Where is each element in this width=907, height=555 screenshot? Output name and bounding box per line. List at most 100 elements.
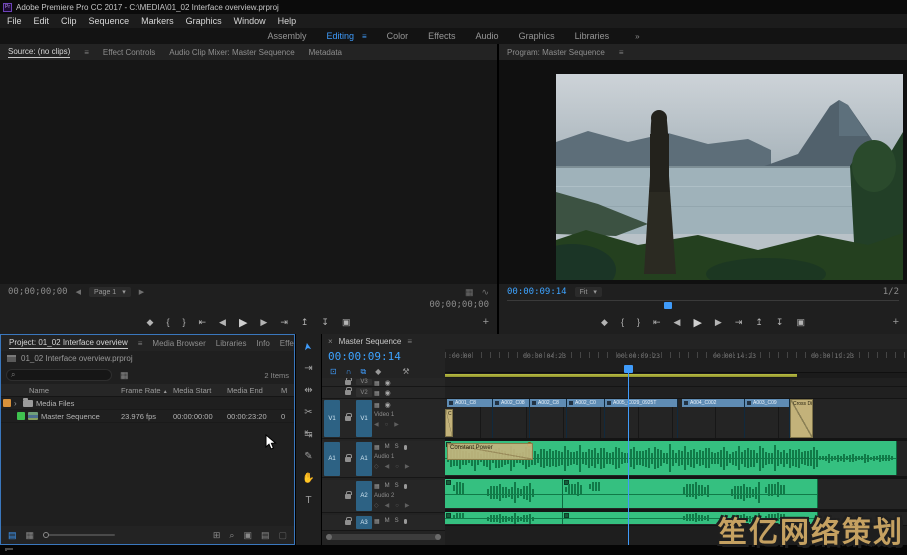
tab-source[interactable]: Source: (no clips) — [8, 47, 70, 58]
track-name[interactable]: Video 1 — [374, 410, 445, 420]
pen-tool[interactable]: ✎ — [304, 450, 312, 463]
next-keyframe-icon[interactable]: ▶ — [405, 463, 410, 470]
lift-icon[interactable]: ↥ — [755, 317, 763, 328]
workspace-color[interactable]: Color — [387, 31, 409, 41]
timeline-ruler[interactable]: :00:00 00:00:04:23 00:00:09:23 00:00:14:… — [445, 349, 907, 373]
zoom-level-dropdown[interactable]: Fit ▾ — [575, 287, 602, 297]
lane-a2[interactable] — [445, 477, 907, 510]
play-icon[interactable]: ▶ — [239, 316, 247, 329]
tab-program[interactable]: Program: Master Sequence — [507, 48, 605, 57]
toggle-track-output-icon[interactable]: ◉ — [385, 389, 391, 397]
lock-icon[interactable] — [342, 515, 354, 530]
voiceover-record-icon[interactable] — [404, 445, 407, 450]
video-clip[interactable]: A004_C002 — [682, 399, 745, 438]
linked-selection-icon[interactable]: ⧉ — [360, 367, 366, 377]
track-name[interactable]: Audio 2 — [374, 491, 445, 501]
delete-icon[interactable]: ▢ — [278, 530, 287, 541]
tab-effect-controls[interactable]: Effect Controls — [103, 48, 155, 57]
in-out-filter-icon[interactable]: ▦ — [120, 370, 129, 381]
track-header-a3[interactable]: A3 ▦MS — [322, 515, 445, 531]
mute-button[interactable]: M — [385, 483, 390, 489]
sync-lock-icon[interactable]: ▦ — [374, 483, 380, 490]
track-name[interactable]: Audio 1 — [374, 452, 445, 462]
track-header-a2[interactable]: A2 ▦MS Audio 2 ◇◀○▶ — [322, 480, 445, 513]
panel-menu-icon[interactable]: ≡ — [138, 339, 143, 348]
cross-dissolve-transition[interactable]: Cross Dissol — [790, 399, 813, 438]
source-patch-v1[interactable]: V1 — [324, 400, 340, 437]
add-keyframe-icon[interactable]: ○ — [385, 422, 389, 428]
export-frame-icon[interactable]: ▣ — [796, 317, 805, 328]
slip-tool[interactable]: ↹ — [304, 428, 312, 441]
video-clip[interactable]: A001_C8 — [447, 399, 493, 438]
workspace-audio[interactable]: Audio — [476, 31, 499, 41]
label-color-swatch[interactable] — [17, 412, 25, 420]
lane-v3[interactable] — [445, 378, 907, 387]
workspace-graphics[interactable]: Graphics — [519, 31, 555, 41]
search-input[interactable]: ⌕ — [6, 369, 112, 381]
sync-lock-icon[interactable]: ▦ — [374, 518, 380, 525]
insert-icon[interactable]: ↥ — [301, 317, 309, 328]
source-timecode[interactable]: 00;00;00;00 — [8, 287, 68, 297]
tab-audio-clip-mixer[interactable]: Audio Clip Mixer: Master Sequence — [169, 48, 294, 57]
track-target-a3[interactable]: A3 — [356, 516, 372, 529]
video-transition-start[interactable]: C — [445, 409, 453, 437]
tab-libraries[interactable]: Libraries — [216, 339, 247, 348]
tab-effects[interactable]: Effects — [280, 339, 294, 348]
timeline-settings-icon[interactable]: ⚒ — [402, 367, 409, 376]
program-video-frame[interactable] — [556, 74, 903, 280]
button-editor-icon[interactable]: + — [893, 316, 899, 328]
sync-lock-icon[interactable]: ▦ — [374, 402, 380, 409]
track-header-a1[interactable]: A1 A1 ▦MS Audio 1 ◇◀○▶ — [322, 441, 445, 478]
step-back-icon[interactable]: ◀ — [219, 317, 226, 328]
lane-v2[interactable] — [445, 387, 907, 399]
button-editor-icon[interactable]: + — [483, 316, 489, 328]
workspace-overflow-icon[interactable]: » — [635, 32, 639, 41]
new-item-icon[interactable]: ▤ — [261, 530, 270, 541]
page-prev-icon[interactable]: ◀ — [76, 288, 81, 296]
audio-clip[interactable] — [563, 479, 818, 508]
video-clip[interactable]: A003_C09 — [745, 399, 790, 438]
sync-lock-icon[interactable]: ▦ — [374, 390, 380, 397]
prev-keyframe-icon[interactable]: ◀ — [374, 421, 379, 428]
drag-video-icon[interactable]: ▦ — [465, 287, 474, 298]
drag-audio-icon[interactable]: ∿ — [481, 287, 489, 298]
menu-edit[interactable]: Edit — [34, 16, 50, 26]
lock-icon[interactable] — [342, 378, 354, 386]
track-target-v2[interactable]: V2 — [356, 388, 372, 397]
panel-menu-icon[interactable]: ≡ — [407, 337, 412, 346]
menu-window[interactable]: Window — [234, 16, 266, 26]
voiceover-record-icon[interactable] — [404, 519, 407, 524]
export-frame-icon[interactable]: ▣ — [342, 317, 351, 328]
mark-in-icon[interactable]: { — [621, 317, 624, 327]
video-clip[interactable]: A002_C0 — [567, 399, 605, 438]
panel-menu-icon[interactable]: ≡ — [619, 48, 624, 57]
keyframe-icon[interactable]: ◇ — [374, 502, 379, 509]
menu-sequence[interactable]: Sequence — [89, 16, 130, 26]
ripple-edit-tool[interactable]: ⇹ — [304, 384, 312, 397]
program-playhead[interactable] — [664, 302, 672, 309]
razor-tool[interactable]: ✂ — [304, 406, 312, 419]
column-name[interactable]: Name — [3, 386, 121, 395]
playback-resolution[interactable]: 1/2 — [883, 287, 899, 297]
toggle-track-output-icon[interactable]: ◉ — [385, 379, 391, 387]
new-bin-icon[interactable]: ▣ — [243, 530, 252, 541]
selection-tool[interactable]: ➤ — [301, 341, 315, 352]
workspace-libraries[interactable]: Libraries — [575, 31, 610, 41]
column-m[interactable]: M — [281, 386, 291, 395]
panel-menu-icon[interactable]: ≡ — [84, 48, 89, 57]
label-color-swatch[interactable] — [3, 399, 11, 407]
lock-icon[interactable] — [342, 399, 354, 438]
source-patch-a1[interactable]: A1 — [324, 442, 340, 476]
menu-file[interactable]: File — [7, 16, 22, 26]
workspace-menu-icon[interactable]: ≡ — [362, 32, 367, 41]
keyframe-icon[interactable]: ◇ — [374, 463, 379, 470]
video-clip[interactable]: A005_C029_0925T — [605, 399, 678, 438]
step-forward-icon[interactable]: ▶ — [260, 317, 267, 328]
menu-clip[interactable]: Clip — [61, 16, 77, 26]
track-header-v3[interactable]: V3 ▦◉ — [322, 378, 445, 387]
track-target-a1[interactable]: A1 — [356, 442, 372, 476]
tab-media-browser[interactable]: Media Browser — [152, 339, 205, 348]
tab-info[interactable]: Info — [256, 339, 269, 348]
add-marker-icon[interactable]: ◆ — [375, 367, 381, 376]
solo-button[interactable]: S — [395, 483, 399, 489]
